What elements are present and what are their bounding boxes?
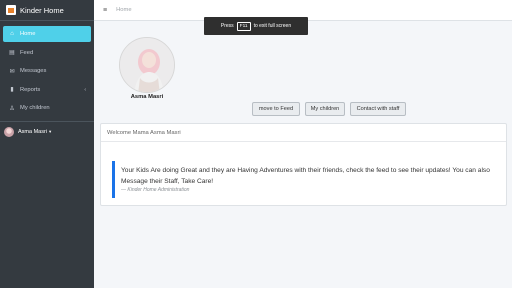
my-children-button[interactable]: My children xyxy=(305,102,345,116)
home-icon: ⌂ xyxy=(10,31,14,37)
sidebar-item-label: Home xyxy=(20,31,36,37)
chevron-down-icon: ▾ xyxy=(49,129,52,135)
feed-icon: ▤ xyxy=(9,50,15,57)
card-header: Welcome Mama Asma Masri xyxy=(101,124,506,142)
profile-name: Asma Masri xyxy=(130,94,164,100)
welcome-quote: Your Kids Are doing Great and they are H… xyxy=(112,161,502,198)
brand-logo-icon xyxy=(6,5,16,15)
child-icon: ♙ xyxy=(9,105,15,112)
sidebar-item-home[interactable]: ⌂ Home xyxy=(3,26,91,42)
welcome-message: Your Kids Are doing Great and they are H… xyxy=(121,167,490,185)
breadcrumb[interactable]: Home xyxy=(116,7,131,13)
sidebar-item-label: My children xyxy=(20,105,50,112)
menu-icon[interactable]: ≡ xyxy=(103,7,107,14)
sidebar-item-label: Feed xyxy=(20,49,34,56)
sidebar: Kinder Home ⌂ Home ▤ Feed ✉ Messages ▮ R… xyxy=(0,0,94,288)
fullscreen-notice: Press F11 to exit full screen xyxy=(204,17,308,35)
sidebar-item-messages[interactable]: ✉ Messages xyxy=(3,63,91,79)
envelope-icon: ✉ xyxy=(9,68,15,75)
brand-link[interactable]: Kinder Home xyxy=(0,0,94,21)
welcome-card: Welcome Mama Asma Masri Your Kids Are do… xyxy=(100,123,507,206)
move-to-feed-button[interactable]: move to Feed xyxy=(252,102,300,116)
sidebar-item-reports[interactable]: ▮ Reports ‹ xyxy=(3,82,91,98)
sidebar-nav: ⌂ Home ▤ Feed ✉ Messages ▮ Reports ‹ ♙ M… xyxy=(0,21,94,116)
sidebar-divider xyxy=(0,121,94,123)
fullscreen-prefix: Press xyxy=(220,23,234,29)
fullscreen-suffix: to exit full screen xyxy=(253,23,292,29)
sidebar-item-label: Messages xyxy=(20,68,47,75)
file-icon: ▮ xyxy=(10,87,14,94)
user-menu[interactable]: Asma Masri ▾ xyxy=(0,127,94,138)
avatar xyxy=(4,127,14,138)
chevron-left-icon: ‹ xyxy=(84,86,86,93)
sidebar-item-label: Reports xyxy=(20,86,41,93)
user-name: Asma Masri xyxy=(18,129,48,136)
f11-key: F11 xyxy=(236,21,251,31)
welcome-signature: — Kinder Home Administration xyxy=(121,187,190,193)
profile-avatar xyxy=(119,37,175,93)
sidebar-item-my-children[interactable]: ♙ My children xyxy=(3,100,91,116)
profile-photo-icon xyxy=(120,38,174,92)
brand-title: Kinder Home xyxy=(20,5,64,15)
sidebar-item-feed[interactable]: ▤ Feed xyxy=(3,45,91,61)
contact-staff-button[interactable]: Contact with staff xyxy=(350,102,406,116)
